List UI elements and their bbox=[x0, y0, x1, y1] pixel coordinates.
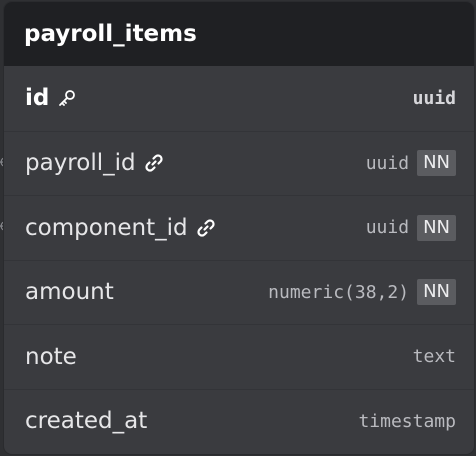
link-icon bbox=[144, 153, 164, 173]
table-title: payroll_items bbox=[4, 2, 474, 66]
column-type: numeric(38,2) bbox=[268, 281, 410, 303]
not-null-badge: NN bbox=[417, 279, 456, 306]
column-row-component-id[interactable]: component_id uuid NN bbox=[4, 195, 474, 260]
column-row-created-at[interactable]: created_at timestamp bbox=[4, 388, 474, 454]
column-name: component_id bbox=[25, 215, 216, 241]
column-type: uuid bbox=[365, 217, 410, 239]
column-name: id bbox=[25, 85, 77, 111]
column-name: amount bbox=[25, 279, 114, 306]
column-type: timestamp bbox=[358, 410, 456, 432]
diagram-canvas: ⋲ ⋲ payroll_items id uuid bbox=[0, 0, 476, 456]
column-row-id[interactable]: id uuid bbox=[4, 66, 474, 131]
column-name: created_at bbox=[25, 408, 148, 435]
not-null-badge: NN bbox=[417, 214, 456, 241]
table-node-payroll-items[interactable]: payroll_items id uuid payroll_id uuid NN… bbox=[4, 2, 474, 454]
column-row-amount[interactable]: amount numeric(38,2) NN bbox=[4, 259, 474, 325]
link-icon bbox=[196, 218, 216, 238]
column-name: payroll_id bbox=[25, 150, 164, 176]
not-null-badge: NN bbox=[417, 150, 456, 177]
column-row-note[interactable]: note text bbox=[4, 324, 474, 389]
column-type: uuid bbox=[412, 87, 456, 109]
key-icon bbox=[57, 88, 77, 108]
table-title-text: payroll_items bbox=[24, 21, 197, 47]
column-type: text bbox=[412, 346, 456, 368]
column-type: uuid bbox=[365, 152, 410, 174]
column-name: note bbox=[25, 343, 77, 370]
column-row-payroll-id[interactable]: payroll_id uuid NN bbox=[4, 130, 474, 196]
